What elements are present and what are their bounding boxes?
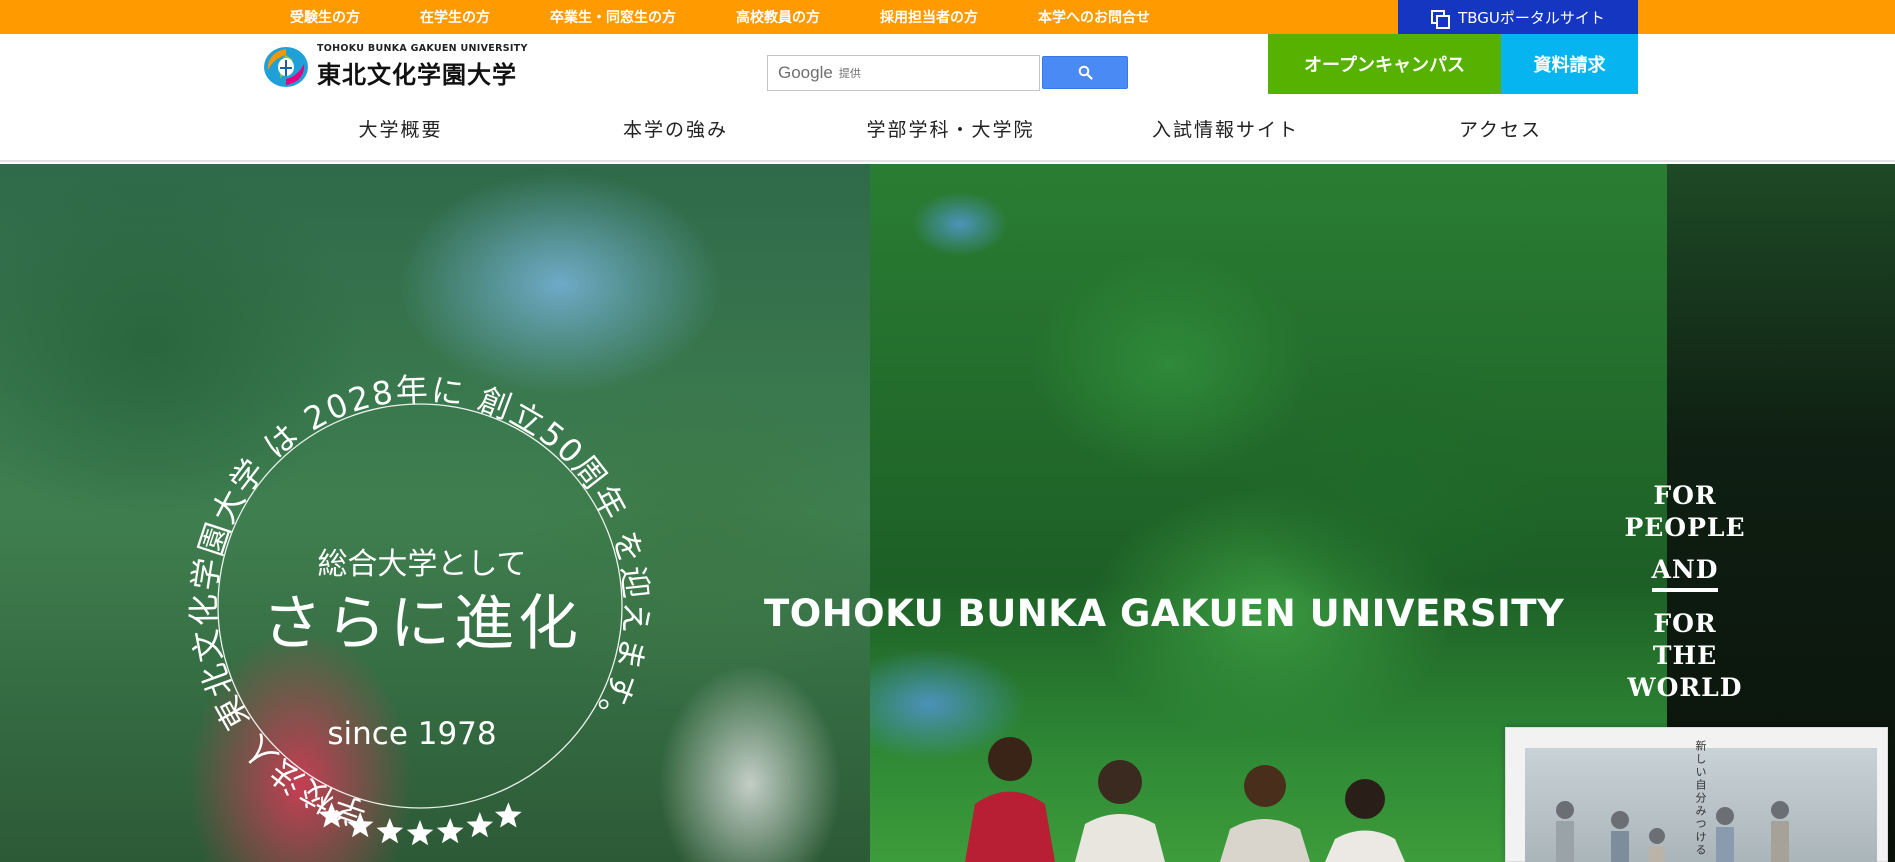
search-button[interactable] bbox=[1042, 56, 1128, 89]
star-icon bbox=[466, 812, 494, 838]
link-alumni[interactable]: 卒業生・同窓生の方 bbox=[550, 7, 676, 27]
hero-banner: 学校法人 東北文化学園大学 は 2028年に 創立50周年 を迎えます。 総合大… bbox=[0, 164, 1895, 862]
search-brand: Google bbox=[778, 63, 833, 82]
catch-small: 総合大学として bbox=[317, 547, 526, 582]
nav-about[interactable]: 大学概要 bbox=[263, 102, 538, 154]
catch-large: さらに進化 bbox=[262, 589, 582, 659]
hero-university-name: TOHOKU BUNKA GAKUEN UNIVERSITY bbox=[764, 592, 1565, 635]
star-icon bbox=[495, 802, 522, 828]
nav-access[interactable]: アクセス bbox=[1363, 102, 1638, 154]
slogan-line-3: FOR bbox=[1653, 609, 1717, 638]
slogan-line-1: FOR bbox=[1653, 481, 1717, 510]
nav-faculties[interactable]: 学部学科・大学院 bbox=[813, 102, 1088, 154]
nav-strengths[interactable]: 本学の強み bbox=[538, 102, 813, 154]
logo-japanese-name: 東北文化学園大学 bbox=[317, 61, 517, 89]
window-icon bbox=[1431, 9, 1451, 29]
since-year: since 1978 bbox=[327, 716, 496, 752]
portal-site-label: TBGUポータルサイト bbox=[1458, 8, 1605, 27]
search-input[interactable]: Google 提供 bbox=[767, 55, 1040, 91]
slogan-line-5: WORLD bbox=[1627, 673, 1743, 702]
slogan-line-2: PEOPLE bbox=[1624, 513, 1746, 542]
search-provided-label: 提供 bbox=[838, 67, 861, 80]
logo-english-name: TOHOKU BUNKA GAKUEN UNIVERSITY bbox=[317, 43, 528, 54]
promo-caption: 新しい自分みつける bbox=[1694, 740, 1707, 857]
request-documents-button[interactable]: 資料請求 bbox=[1501, 34, 1638, 94]
university-emblem-icon bbox=[264, 46, 308, 87]
site-logo[interactable]: TOHOKU BUNKA GAKUEN UNIVERSITY 東北文化学園大学 bbox=[263, 43, 528, 90]
site-header: TOHOKU BUNKA GAKUEN UNIVERSITY 東北文化学園大学 … bbox=[0, 34, 1895, 162]
global-nav: 大学概要 本学の強み 学部学科・大学院 入試情報サイト アクセス bbox=[263, 102, 1638, 154]
slogan-and: AND bbox=[1651, 554, 1719, 592]
logo-text: TOHOKU BUNKA GAKUEN UNIVERSITY 東北文化学園大学 bbox=[317, 43, 528, 90]
top-utility-bar: 受験生の方 在学生の方 卒業生・同窓生の方 高校教員の方 採用担当者の方 本学へ… bbox=[0, 0, 1895, 34]
link-recruiters[interactable]: 採用担当者の方 bbox=[880, 7, 978, 27]
audience-links: 受験生の方 在学生の方 卒業生・同窓生の方 高校教員の方 採用担当者の方 本学へ… bbox=[290, 0, 1150, 34]
open-campus-button[interactable]: オープンキャンパス bbox=[1268, 34, 1501, 94]
slogan: FOR PEOPLE AND FOR THE WORLD bbox=[1600, 480, 1770, 704]
star-icon bbox=[406, 820, 434, 846]
star-icon bbox=[376, 818, 404, 844]
link-contact[interactable]: 本学へのお問合せ bbox=[1038, 7, 1150, 27]
anniversary-emblem: 学校法人 東北文化学園大学 は 2028年に 創立50周年 を迎えます。 総合大… bbox=[185, 371, 654, 846]
slogan-line-4: THE bbox=[1652, 641, 1718, 670]
site-search: Google 提供 bbox=[767, 55, 1128, 91]
link-high-school-teachers[interactable]: 高校教員の方 bbox=[736, 7, 820, 27]
portal-site-button[interactable]: TBGUポータルサイト bbox=[1398, 0, 1638, 34]
nav-admissions[interactable]: 入試情報サイト bbox=[1088, 102, 1363, 154]
star-icon bbox=[436, 818, 464, 844]
link-current-students[interactable]: 在学生の方 bbox=[420, 7, 490, 27]
search-icon bbox=[1078, 65, 1093, 80]
promo-thumbnail[interactable]: 新しい自分みつける bbox=[1505, 727, 1888, 862]
link-prospective-students[interactable]: 受験生の方 bbox=[290, 7, 360, 27]
